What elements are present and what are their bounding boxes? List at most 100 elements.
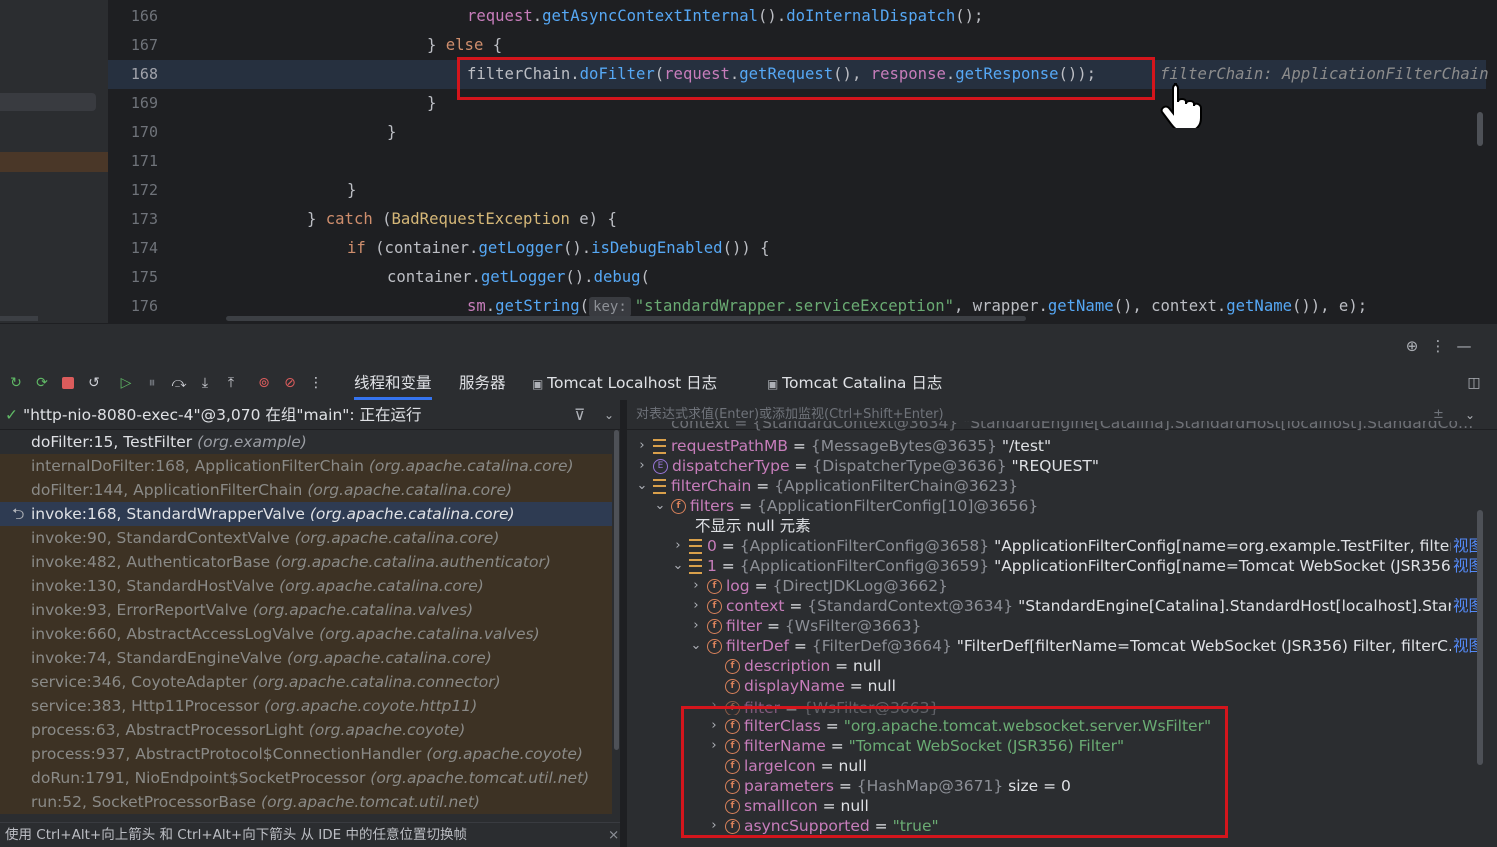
line-number[interactable]: 176 [108, 292, 158, 321]
minimize-icon[interactable]: — [1455, 337, 1473, 355]
view-breakpoints-icon[interactable]: ⊚ [255, 374, 273, 392]
resume-icon[interactable]: ▷ [117, 374, 135, 392]
horizontal-scrollbar-left[interactable] [0, 316, 38, 321]
field-icon: f [707, 599, 722, 614]
code-line[interactable]: } [427, 89, 436, 118]
code-line[interactable]: } [347, 176, 356, 205]
variable-row[interactable]: f description = null [627, 656, 1477, 676]
close-icon[interactable]: × [608, 823, 619, 847]
line-number[interactable]: 170 [108, 118, 158, 147]
variable-row[interactable]: › EdispatcherType = {DispatcherType@3636}… [627, 456, 1477, 476]
filter-icon[interactable]: ⊽ [574, 400, 585, 430]
stack-frame[interactable]: service:346, CoyoteAdapter (org.apache.c… [0, 670, 612, 694]
frame-package: (org.example) [197, 433, 307, 451]
code-line[interactable]: request.getAsyncContextInternal().doInte… [467, 2, 983, 31]
more-toolbar-icon[interactable]: ⋮ [307, 374, 325, 392]
stack-frame[interactable]: run:52, SocketProcessorBase (org.apache.… [0, 790, 612, 814]
vertical-scrollbar[interactable] [1477, 112, 1483, 146]
frame-package: (org.apache.coyote) [426, 745, 583, 763]
variable-row[interactable]: ⌄ f filters = {ApplicationFilterConfig[10]… [627, 496, 1477, 516]
line-number[interactable]: 171 [108, 147, 158, 176]
stack-frame[interactable]: invoke:482, AuthenticatorBase (org.apach… [0, 550, 612, 574]
pause-icon[interactable]: ⏸ [143, 374, 161, 392]
stack-frame[interactable]: doRun:1791, NioEndpoint$SocketProcessor … [0, 766, 612, 790]
code-line[interactable]: container.getLogger().debug( [387, 263, 650, 292]
line-number[interactable]: 174 [108, 234, 158, 263]
variable-row[interactable]: 不显示 null 元素 [627, 516, 1477, 536]
scroll-thumb[interactable] [614, 430, 619, 750]
stack-frame[interactable]: process:63, AbstractProcessorLight (org.… [0, 718, 612, 742]
chevron-right-icon[interactable]: › [689, 576, 703, 596]
tab-servers[interactable]: 服务器 [459, 367, 506, 400]
stack-frame[interactable]: doFilter:144, ApplicationFilterChain (or… [0, 478, 612, 502]
code-line[interactable]: } [387, 118, 396, 147]
stack-frame[interactable]: invoke:90, StandardContextValve (org.apa… [0, 526, 612, 550]
tab-tomcat-localhost-log[interactable]: ▣ Tomcat Localhost 日志 [532, 367, 717, 400]
line-number[interactable]: 173 [108, 205, 158, 234]
chevron-right-icon[interactable]: › [689, 596, 703, 616]
tree-selection[interactable] [0, 93, 96, 111]
stack-frame[interactable]: invoke:130, StandardHostValve (org.apach… [0, 574, 612, 598]
stack-frame[interactable]: invoke:74, StandardEngineValve (org.apac… [0, 646, 612, 670]
variable-row[interactable]: › requestPathMB = {MessageBytes@3635} "/t… [627, 436, 1477, 456]
line-number[interactable]: 172 [108, 176, 158, 205]
line-number[interactable]: 175 [108, 263, 158, 292]
step-out-icon[interactable]: ⤒ [222, 374, 240, 392]
code-editor[interactable]: 166 167 168 169 170 171 172 173 174 175 176 reques… [0, 0, 1497, 323]
step-over-icon[interactable]: ⤼ [170, 374, 188, 392]
stack-frame[interactable]: doFilter:15, TestFilter (org.example) [0, 430, 612, 454]
settings-crosshair-icon[interactable]: ⊕ [1403, 337, 1421, 355]
frame-package: (org.apache.tomcat.util.net) [261, 793, 480, 811]
hand-cursor-icon [1160, 83, 1202, 128]
code-line[interactable]: if (container.getLogger().isDebugEnabled… [347, 234, 770, 263]
variable-row[interactable]: ⌄ 1 = {ApplicationFilterConfig@3659} "App… [627, 556, 1485, 576]
line-number[interactable]: 166 [108, 2, 158, 31]
chevron-down-icon[interactable]: ⌄ [604, 400, 614, 430]
variable-content: f log = {DirectJDKLog@3662} [707, 576, 948, 596]
stack-frame[interactable]: process:937, AbstractProtocol$Connection… [0, 742, 612, 766]
frame-package: (org.apache.catalina.core) [279, 577, 484, 595]
inline-value-hint: filterChain: ApplicationFilterChain [1160, 65, 1489, 83]
chevron-down-icon[interactable]: ⌄ [653, 496, 667, 516]
variables-scrollbar[interactable] [1477, 510, 1483, 765]
thread-selector[interactable]: ✓ "http-nio-8080-exec-4"@3,070 在组"main":… [0, 400, 620, 430]
stack-frame[interactable]: invoke:93, ErrorReportValve (org.apache.… [0, 598, 612, 622]
variable-row[interactable]: › f log = {DirectJDKLog@3662} [627, 576, 1477, 596]
chevron-right-icon[interactable]: › [635, 456, 649, 476]
stack-frame[interactable]: service:383, Http11Processor (org.apache… [0, 694, 612, 718]
more-options-icon[interactable]: ⋮ [1429, 337, 1447, 355]
stack-frame[interactable]: invoke:660, AbstractAccessLogValve (org.… [0, 622, 612, 646]
mute-breakpoints-icon[interactable]: ⊘ [281, 374, 299, 392]
chevron-right-icon[interactable]: › [689, 616, 703, 636]
tab-threads-variables[interactable]: 线程和变量 [354, 367, 432, 400]
variable-row[interactable]: f displayName = null [627, 676, 1477, 696]
variable-type: {ApplicationFilterConfig@3658} [739, 537, 990, 555]
layout-icon[interactable]: ◫ [1465, 374, 1483, 392]
stack-frame[interactable]: internalDoFilter:168, ApplicationFilterC… [0, 454, 612, 478]
chevron-right-icon[interactable]: › [635, 436, 649, 456]
line-number[interactable]: 167 [108, 31, 158, 60]
variable-row[interactable]: ⌄ f filterDef = {FilterDef@3664} "FilterDe… [627, 636, 1485, 656]
step-into-icon[interactable]: ⤓ [196, 374, 214, 392]
rerun-icon[interactable]: ↻ [7, 374, 25, 392]
chevron-down-icon[interactable]: ⌄ [635, 476, 649, 496]
chevron-down-icon[interactable]: ⌄ [671, 556, 685, 576]
code-line[interactable]: } catch (BadRequestException e) { [307, 205, 617, 234]
line-number[interactable]: 169 [108, 89, 158, 118]
horizontal-scrollbar[interactable] [226, 316, 1026, 321]
variable-row[interactable]: › 0 = {ApplicationFilterConfig@3658} "App… [627, 536, 1485, 556]
refresh-icon[interactable]: ↺ [85, 374, 103, 392]
stack-frame[interactable]: ⮌ invoke:168, StandardWrapperValve (org.a… [0, 502, 612, 526]
variable-row[interactable]: ⌄ filterChain = {ApplicationFilterChain@3… [627, 476, 1477, 496]
frames-scrollbar[interactable] [612, 430, 620, 824]
chevron-right-icon[interactable]: › [671, 536, 685, 556]
stop-icon[interactable] [59, 374, 77, 392]
variable-row[interactable]: › f filter = {WsFilter@3663} [627, 616, 1477, 636]
chevron-down-icon[interactable]: ⌄ [689, 636, 703, 656]
restart-icon[interactable]: ⟳ [33, 374, 51, 392]
code-line[interactable]: } else { [427, 31, 502, 60]
variable-row[interactable]: › f context = {StandardContext@3634} "Stan… [627, 596, 1485, 616]
line-number[interactable]: 168 [108, 60, 158, 89]
tab-tomcat-catalina-log[interactable]: ▣ Tomcat Catalina 日志 [767, 367, 942, 400]
code-token: doInternalDispatch [786, 7, 956, 25]
